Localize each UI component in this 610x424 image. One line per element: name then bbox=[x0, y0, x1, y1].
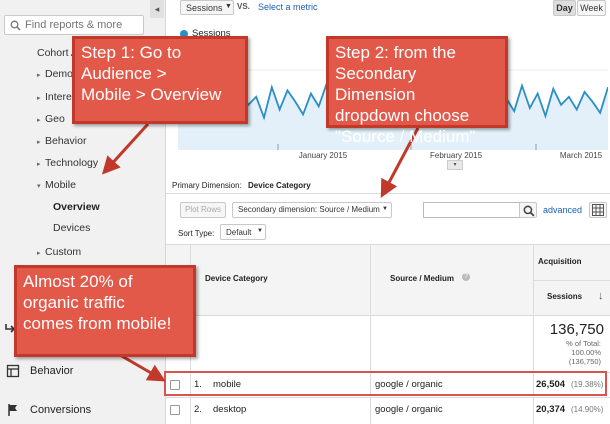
sessions-cell: 20,374 bbox=[536, 404, 566, 415]
sidebar-item-label: Custom bbox=[45, 246, 82, 258]
week-button[interactable]: Week bbox=[577, 0, 606, 16]
sidebar-item-label: Overview bbox=[53, 201, 100, 213]
search-input[interactable] bbox=[25, 18, 140, 32]
primary-dimension: Primary Dimension: Device Category bbox=[172, 181, 311, 190]
metric-dropdown[interactable]: Sessions ▼ bbox=[180, 0, 234, 15]
grid-icon bbox=[592, 204, 604, 216]
chevron-down-icon: ▾ bbox=[37, 183, 41, 190]
sidebar-item-behavior[interactable]: ▸ Behavior bbox=[37, 135, 86, 147]
plot-rows-button[interactable]: Plot Rows bbox=[180, 202, 226, 218]
callout-line: "Source / Medium" bbox=[335, 127, 476, 146]
metric-dropdown-label: Sessions bbox=[186, 3, 223, 13]
callout-line: organic traffic bbox=[23, 293, 125, 312]
sidebar-behavior-label: Behavior bbox=[30, 365, 74, 377]
sidebar-conversions-label: Conversions bbox=[30, 404, 92, 416]
sidebar-behavior-section[interactable]: Behavior bbox=[0, 364, 165, 380]
select-metric-link[interactable]: Select a metric bbox=[258, 2, 318, 12]
sessions-header[interactable]: Sessions bbox=[547, 292, 582, 301]
x-tick-label: March 2015 bbox=[560, 151, 603, 160]
table-search-button[interactable] bbox=[519, 202, 537, 218]
pct-of-total-absolute: (136,750) bbox=[568, 357, 601, 366]
table-row[interactable]: 2. desktop google / organic 20,374 (14.9… bbox=[166, 398, 610, 422]
device-category-header[interactable]: Device Category bbox=[205, 274, 268, 283]
sidebar-item-overview[interactable]: Overview bbox=[53, 201, 100, 213]
source-cell[interactable]: google / organic bbox=[375, 404, 443, 415]
chevron-right-icon: ▸ bbox=[37, 139, 41, 146]
vs-label: VS. bbox=[237, 2, 250, 11]
sidebar-conversions-section[interactable]: Conversions bbox=[0, 403, 165, 419]
sidebar-item-technology[interactable]: ▸ Technology bbox=[37, 157, 98, 169]
total-sessions-pct: % of Total: 100.00% (136,750) bbox=[535, 339, 601, 366]
callout-line: Step 1: Go to bbox=[81, 43, 182, 62]
sort-type-dropdown[interactable]: Default ▼ bbox=[220, 224, 266, 240]
chevron-right-icon: ▸ bbox=[37, 95, 41, 102]
row-checkbox[interactable] bbox=[170, 405, 180, 415]
callout-line: dropdown choose bbox=[335, 106, 470, 125]
collapse-icon: ◂ bbox=[154, 4, 160, 14]
sidebar-item-label: Devices bbox=[53, 222, 91, 234]
sort-type-label: Sort Type: bbox=[178, 229, 215, 238]
sidebar-item-label: Behavior bbox=[45, 135, 87, 147]
pct-of-total-value: 100.00% bbox=[571, 348, 601, 357]
device-cell[interactable]: desktop bbox=[213, 404, 246, 415]
search-icon bbox=[10, 20, 21, 31]
caret-down-icon: ▼ bbox=[257, 228, 263, 234]
search-icon bbox=[523, 205, 535, 217]
chevron-right-icon: ▸ bbox=[37, 72, 41, 79]
mobile-traffic-callout: Almost 20% of organic traffic comes from… bbox=[14, 265, 196, 357]
callout-line: Step 2: from the bbox=[335, 43, 456, 62]
sidebar-item-custom[interactable]: ▸ Custom bbox=[37, 246, 81, 258]
x-tick-label: February 2015 bbox=[430, 151, 483, 160]
behavior-icon bbox=[6, 364, 20, 378]
sidebar-item-label: Technology bbox=[45, 157, 99, 169]
total-sessions-value: 136,750 bbox=[549, 321, 604, 338]
mobile-row-highlight bbox=[164, 371, 607, 396]
step1-callout: Step 1: Go to Audience > Mobile > Overvi… bbox=[72, 36, 248, 124]
sidebar-item-geo[interactable]: ▸ Geo bbox=[37, 113, 65, 125]
sidebar-item-devices[interactable]: Devices bbox=[53, 222, 90, 234]
search-box[interactable] bbox=[4, 15, 144, 35]
callout-line: Audience > bbox=[81, 64, 167, 83]
callout-line: comes from mobile! bbox=[23, 314, 172, 333]
source-medium-header[interactable]: Source / Medium bbox=[390, 274, 454, 283]
day-button[interactable]: Day bbox=[553, 0, 576, 16]
sort-descending-icon: ↓ bbox=[598, 290, 604, 302]
callout-line: Mobile > Overview bbox=[81, 85, 222, 104]
chart-resize-handle[interactable]: ▾ bbox=[447, 160, 463, 170]
primary-dimension-label: Primary Dimension: bbox=[172, 181, 242, 190]
sidebar-item-label: Mobile bbox=[45, 179, 76, 191]
caret-down-icon: ▼ bbox=[225, 3, 232, 10]
primary-dimension-value[interactable]: Device Category bbox=[248, 181, 311, 190]
sort-type-value: Default bbox=[226, 228, 252, 237]
acquisition-header: Acquisition bbox=[538, 257, 582, 266]
step2-callout: Step 2: from the Secondary Dimension dro… bbox=[326, 36, 508, 146]
collapse-sidebar-button[interactable]: ◂ bbox=[150, 0, 164, 18]
x-tick-label: January 2015 bbox=[299, 151, 348, 160]
help-icon[interactable]: ? bbox=[462, 273, 470, 281]
caret-down-icon: ▼ bbox=[382, 206, 388, 212]
sidebar-item-label: Geo bbox=[45, 113, 65, 125]
sessions-pct-cell: (14.90%) bbox=[571, 405, 604, 414]
callout-line: Almost 20% of bbox=[23, 272, 133, 291]
row-number: 2. bbox=[194, 404, 202, 415]
flag-icon bbox=[8, 404, 17, 416]
pct-of-total-label: % of Total: bbox=[566, 339, 601, 348]
sidebar-item-mobile[interactable]: ▾ Mobile bbox=[37, 179, 76, 191]
advanced-link[interactable]: advanced bbox=[543, 205, 582, 215]
chevron-right-icon: ▸ bbox=[37, 161, 41, 168]
secondary-dimension-dropdown[interactable]: Secondary dimension: Source / Medium ▼ bbox=[232, 202, 392, 218]
chevron-right-icon: ▸ bbox=[37, 117, 41, 124]
table-search-input[interactable] bbox=[423, 202, 520, 218]
grid-view-button[interactable] bbox=[589, 202, 607, 218]
secondary-dimension-label: Secondary dimension: Source / Medium bbox=[238, 205, 380, 214]
chevron-right-icon: ▸ bbox=[37, 250, 41, 257]
callout-line: Secondary Dimension bbox=[335, 64, 417, 104]
